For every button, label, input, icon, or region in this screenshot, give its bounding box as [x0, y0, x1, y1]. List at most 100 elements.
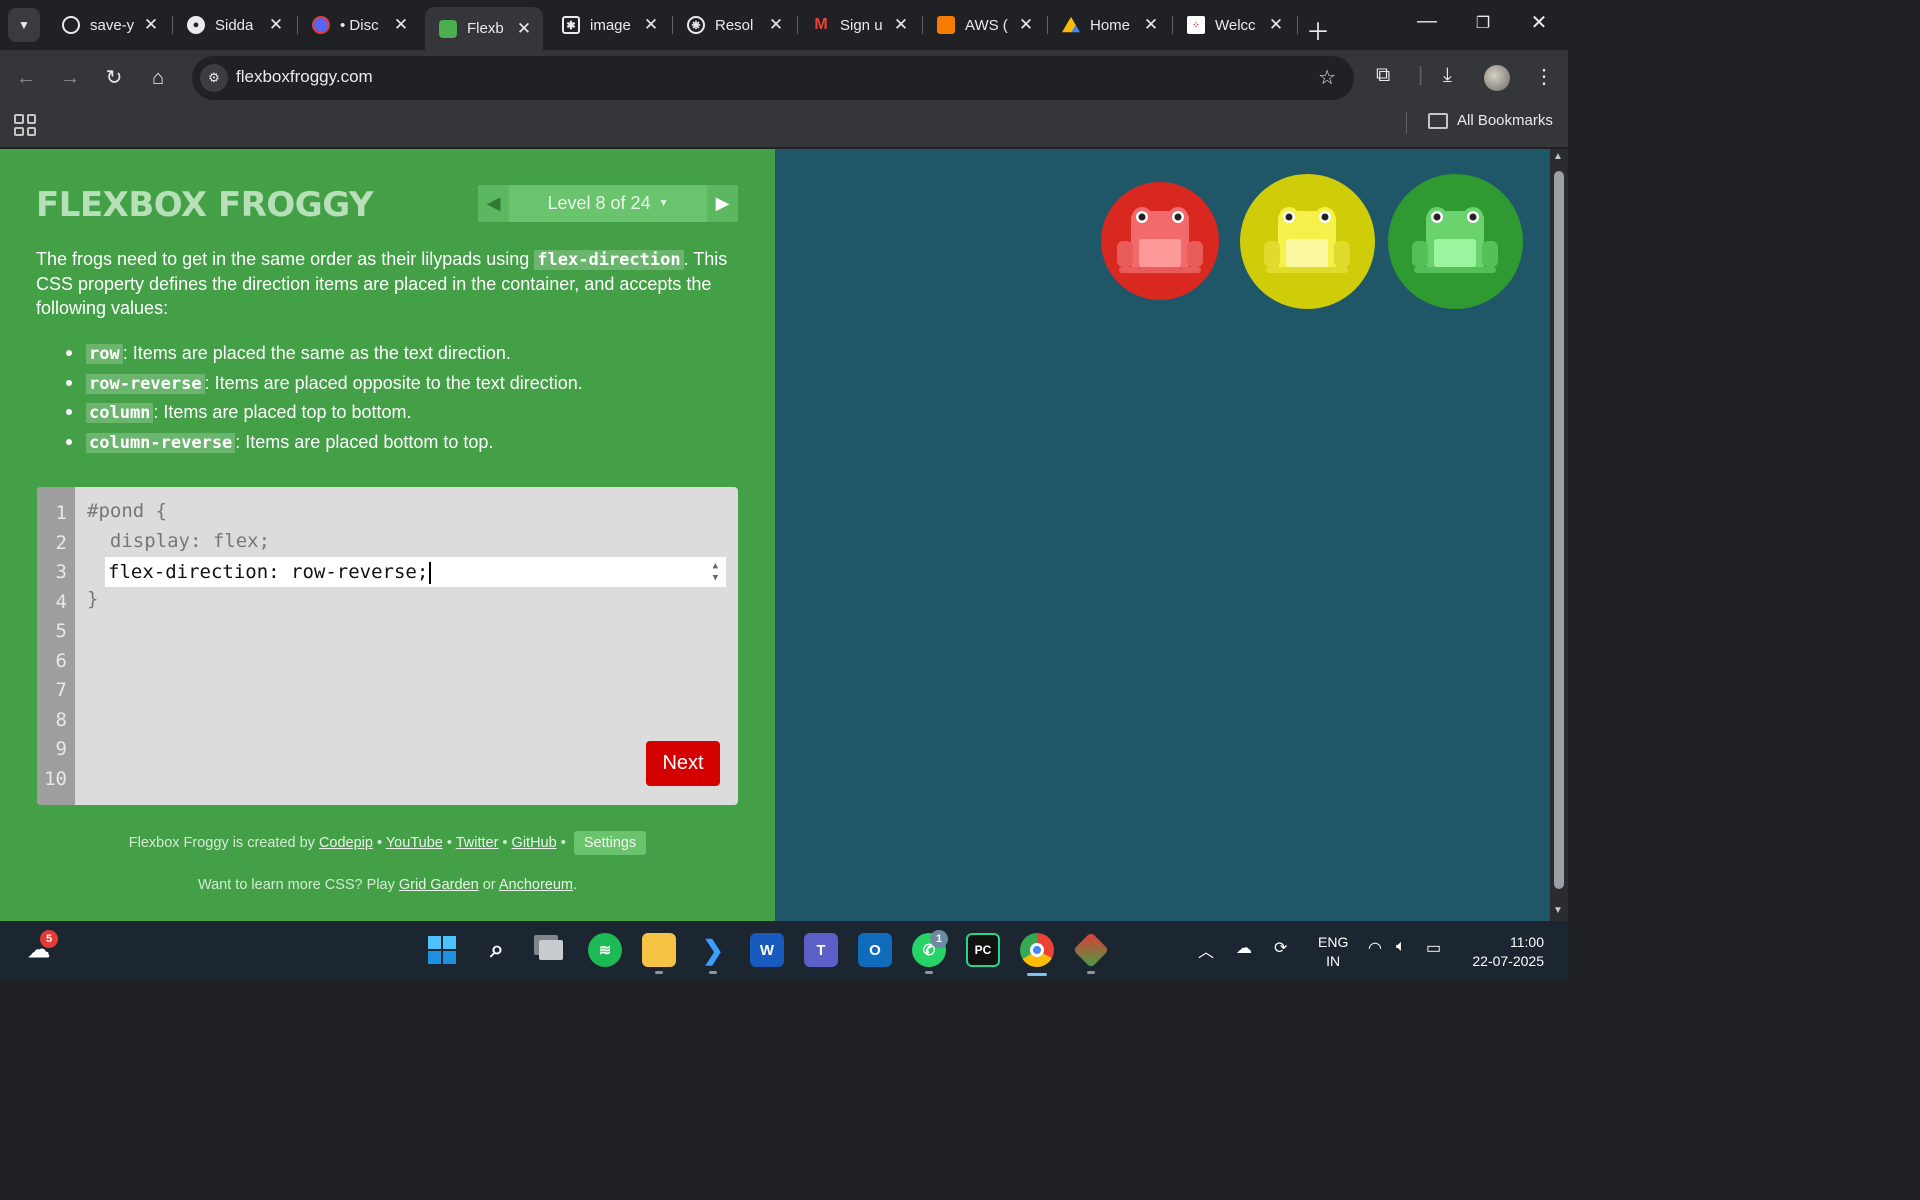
close-window-icon[interactable]: ✕	[1524, 10, 1554, 35]
clock-date: 22-07-2025	[1472, 953, 1544, 969]
tab-8[interactable]: Home ✕	[1048, 7, 1170, 43]
youtube-link[interactable]: YouTube	[386, 835, 443, 851]
language-indicator[interactable]: ENG IN	[1318, 933, 1348, 971]
battery-icon[interactable]: ▭	[1426, 938, 1441, 958]
minimize-icon[interactable]: —	[1412, 10, 1442, 33]
previous-level-button[interactable]: ◀	[478, 185, 509, 222]
restore-icon[interactable]: ❐	[1468, 13, 1498, 33]
github-link[interactable]: GitHub	[512, 835, 557, 851]
apps-grid-icon[interactable]	[14, 114, 36, 136]
codepip-link[interactable]: Codepip	[319, 835, 373, 851]
tray-overflow-icon[interactable]: ︿	[1198, 938, 1214, 962]
tab-title: Flexb	[467, 20, 504, 37]
onedrive-icon[interactable]: ☁	[1236, 938, 1252, 958]
line-number: 9	[55, 738, 67, 760]
back-icon[interactable]: ←	[12, 64, 40, 92]
close-tab-icon[interactable]: ✕	[767, 15, 785, 35]
close-tab-icon[interactable]: ✕	[267, 15, 285, 35]
address-bar[interactable]: ⚙ flexboxfroggy.com ☆	[192, 56, 1354, 100]
tab-title: AWS (	[965, 16, 1008, 34]
close-tab-icon[interactable]: ✕	[515, 19, 533, 39]
close-tab-icon[interactable]: ✕	[1017, 15, 1035, 35]
pycharm-icon[interactable]: PC	[966, 933, 1000, 967]
home-icon[interactable]: ⌂	[144, 64, 172, 92]
all-bookmarks-button[interactable]: All Bookmarks	[1428, 112, 1553, 129]
frog-red	[1117, 207, 1203, 273]
level-label: Level 8 of 24	[547, 193, 651, 213]
chrome-icon[interactable]	[1020, 933, 1054, 967]
twitter-link[interactable]: Twitter	[456, 835, 499, 851]
task-view-icon[interactable]	[534, 933, 568, 967]
git-app-icon[interactable]	[1072, 931, 1110, 969]
chevron-down-icon: ▼	[18, 18, 30, 32]
tab-5[interactable]: ❋ Resol ✕	[673, 7, 795, 43]
globe-icon	[62, 16, 80, 34]
pond-board	[775, 149, 1550, 921]
word-icon[interactable]: W	[750, 933, 784, 967]
gmail-icon: M	[814, 16, 828, 33]
tab-3-active[interactable]: Flexb ✕	[425, 7, 543, 50]
teams-icon[interactable]: T	[804, 933, 838, 967]
running-indicator	[655, 971, 663, 974]
next-button[interactable]: Next	[646, 741, 720, 786]
file-explorer-icon[interactable]	[642, 933, 676, 967]
tab-title: save-y	[90, 16, 135, 34]
outlook-icon[interactable]: O	[858, 933, 892, 967]
bookmark-star-icon[interactable]: ☆	[1318, 65, 1336, 90]
tab-divider	[1297, 16, 1298, 34]
bookmarks-bar: All Bookmarks	[0, 106, 1568, 148]
tab-9[interactable]: ⁘ Welcc ✕	[1173, 7, 1295, 43]
close-tab-icon[interactable]: ✕	[142, 15, 160, 35]
tab-title: • Disc	[340, 16, 379, 34]
tab-search-button[interactable]: ▼	[8, 8, 40, 42]
line-stepper[interactable]: ▲ ▼	[713, 560, 718, 584]
tab-4[interactable]: ✱ image ✕	[548, 7, 670, 43]
sync-icon[interactable]: ⟳	[1274, 938, 1287, 958]
css-input-field[interactable]: flex-direction: row-reverse; ▲ ▼	[105, 557, 726, 587]
game-sidebar: FLEXBOX FROGGY ◀ Level 8 of 24 ▼ ▶ The f…	[0, 149, 775, 921]
scroll-up-icon[interactable]: ▲	[1553, 151, 1563, 162]
wifi-icon[interactable]: ◠	[1368, 938, 1382, 958]
grid-garden-link[interactable]: Grid Garden	[399, 877, 479, 893]
page-scrollbar[interactable]: ▲ ▼	[1550, 149, 1568, 921]
level-dropdown[interactable]: Level 8 of 24 ▼	[509, 185, 707, 222]
search-icon[interactable]: ⌕	[480, 933, 514, 967]
browser-toolbar: ← → ↻ ⌂ ⚙ flexboxfroggy.com ☆ ⧉ | ⤓ ⋮	[0, 50, 1568, 106]
tab-title: Welcc	[1215, 16, 1256, 34]
close-tab-icon[interactable]: ✕	[1267, 15, 1285, 35]
system-clock[interactable]: 11:00 22-07-2025	[1460, 933, 1544, 971]
scroll-thumb[interactable]	[1554, 171, 1564, 889]
close-tab-icon[interactable]: ✕	[892, 15, 910, 35]
windows-start-icon[interactable]	[425, 933, 459, 967]
github-icon: ●	[187, 16, 205, 34]
tab-2[interactable]: • Disc ✕	[298, 7, 420, 43]
or-text: or	[478, 877, 499, 893]
volume-icon[interactable]: 🔈︎	[1396, 938, 1406, 956]
download-icon[interactable]: ⤓	[1443, 64, 1452, 87]
line-number: 10	[44, 767, 67, 790]
settings-button[interactable]: Settings	[573, 831, 647, 855]
tab-title: Home	[1090, 16, 1131, 34]
game-logo: FLEXBOX FROGGY	[36, 185, 373, 225]
forward-icon[interactable]: →	[56, 64, 84, 92]
anchoreum-link[interactable]: Anchoreum	[499, 877, 573, 893]
tab-0[interactable]: save-y ✕	[48, 7, 170, 43]
tab-1[interactable]: ● Sidda ✕	[173, 7, 295, 43]
reload-icon[interactable]: ↻	[100, 64, 128, 92]
site-settings-icon[interactable]: ⚙	[200, 64, 228, 92]
new-tab-button[interactable]: ＋	[1306, 12, 1330, 47]
vscode-icon[interactable]: ❯	[696, 933, 730, 967]
close-tab-icon[interactable]: ✕	[642, 15, 660, 35]
close-tab-icon[interactable]: ✕	[392, 15, 410, 35]
next-level-arrow-button[interactable]: ▶	[707, 185, 738, 222]
more-menu-icon[interactable]: ⋮	[1534, 64, 1554, 89]
tab-title: Sidda	[215, 16, 254, 34]
spotify-icon[interactable]: ≋	[588, 933, 622, 967]
tab-6[interactable]: M Sign u ✕	[798, 7, 920, 43]
running-indicator	[709, 971, 717, 974]
tab-7[interactable]: AWS ( ✕	[923, 7, 1045, 43]
extensions-icon[interactable]: ⧉	[1376, 64, 1390, 87]
profile-avatar[interactable]	[1484, 65, 1510, 91]
scroll-down-icon[interactable]: ▼	[1553, 905, 1563, 916]
close-tab-icon[interactable]: ✕	[1142, 15, 1160, 35]
